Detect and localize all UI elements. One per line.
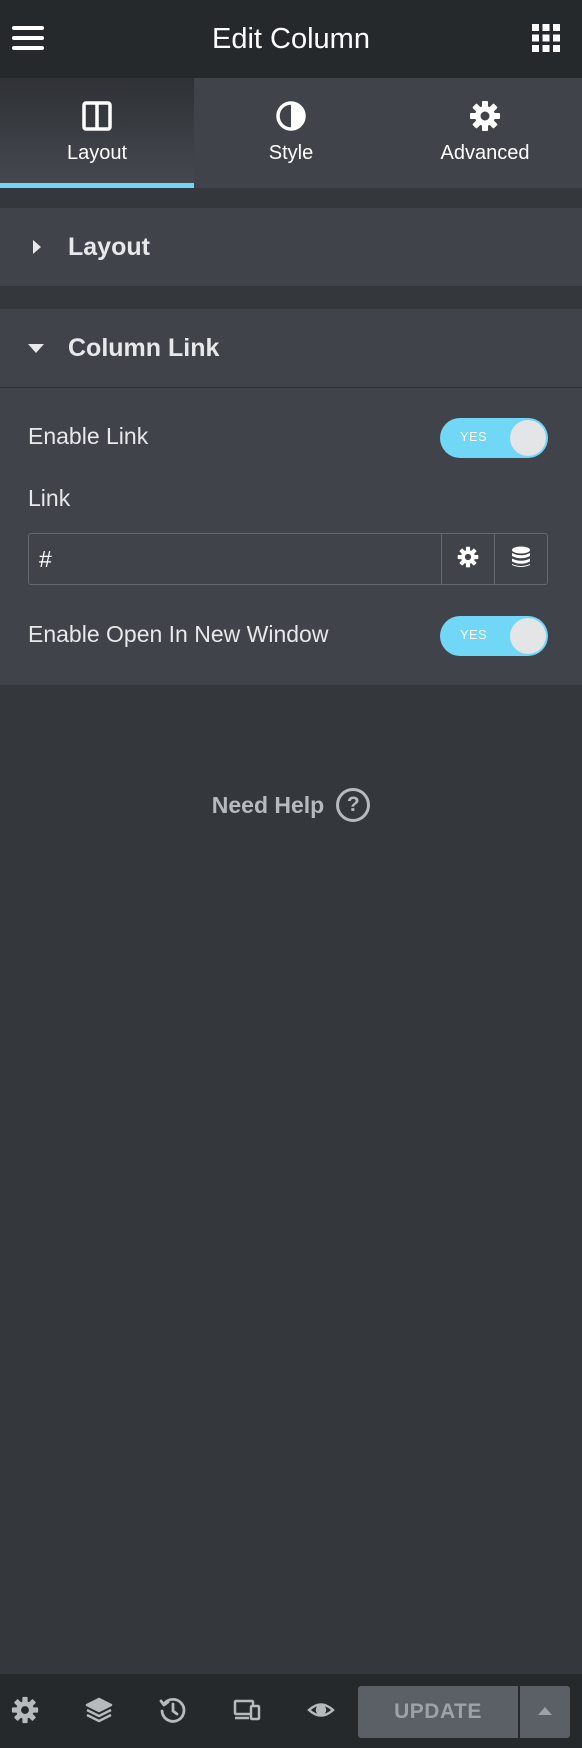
responsive-icon[interactable] [233,1696,261,1724]
tab-label: Advanced [440,142,530,164]
columns-icon [81,100,113,132]
grid-icon[interactable] [532,24,560,52]
section-layout-label: Layout [68,232,150,261]
switch-state-text: YES [460,627,487,642]
tab-advanced[interactable]: Advanced [388,78,582,188]
caret-down-icon [28,340,44,356]
enable-link-label: Enable Link [28,423,149,449]
hamburger-icon[interactable] [12,24,46,52]
switch-knob [510,420,546,456]
section-column-link-header[interactable]: Column Link [0,309,582,387]
need-help-link[interactable]: Need Help ? [0,780,582,830]
tab-label: Style [268,142,314,164]
eye-icon[interactable] [307,1696,335,1724]
editor-panel: Edit Column Layout Style Advanced Layout… [0,0,582,1748]
gear-icon [469,100,501,132]
tab-layout[interactable]: Layout [0,78,194,188]
link-options-button[interactable] [441,534,494,584]
enable-link-switch[interactable]: YES [440,418,548,458]
caret-up-icon [538,1703,552,1721]
section-column-link-label: Column Link [68,333,220,362]
link-input[interactable] [29,534,441,584]
new-window-switch[interactable]: YES [440,616,548,656]
update-button[interactable]: UPDATE [358,1686,518,1738]
gear-icon[interactable] [11,1696,39,1724]
panel-footer: UPDATE [0,1674,582,1748]
database-icon [511,546,531,573]
contrast-icon [275,100,307,132]
tab-style[interactable]: Style [194,78,388,188]
layers-icon[interactable] [85,1696,113,1724]
panel-header: Edit Column [0,0,582,78]
need-help-label: Need Help [211,791,325,818]
update-options-button[interactable] [520,1686,570,1738]
switch-state-text: YES [460,429,487,444]
switch-knob [510,618,546,654]
question-circle-icon: ? [336,788,371,822]
gear-icon [457,546,479,573]
panel-tabs: Layout Style Advanced [0,78,582,188]
section-layout-header[interactable]: Layout [0,208,582,286]
tab-label: Layout [66,142,128,164]
history-icon[interactable] [159,1696,187,1724]
caret-right-icon [28,239,44,255]
new-window-label: Enable Open In New Window [28,621,329,647]
link-input-group [28,533,548,585]
dynamic-tags-button[interactable] [494,534,547,584]
link-label: Link [28,485,71,511]
panel-title: Edit Column [212,22,370,55]
